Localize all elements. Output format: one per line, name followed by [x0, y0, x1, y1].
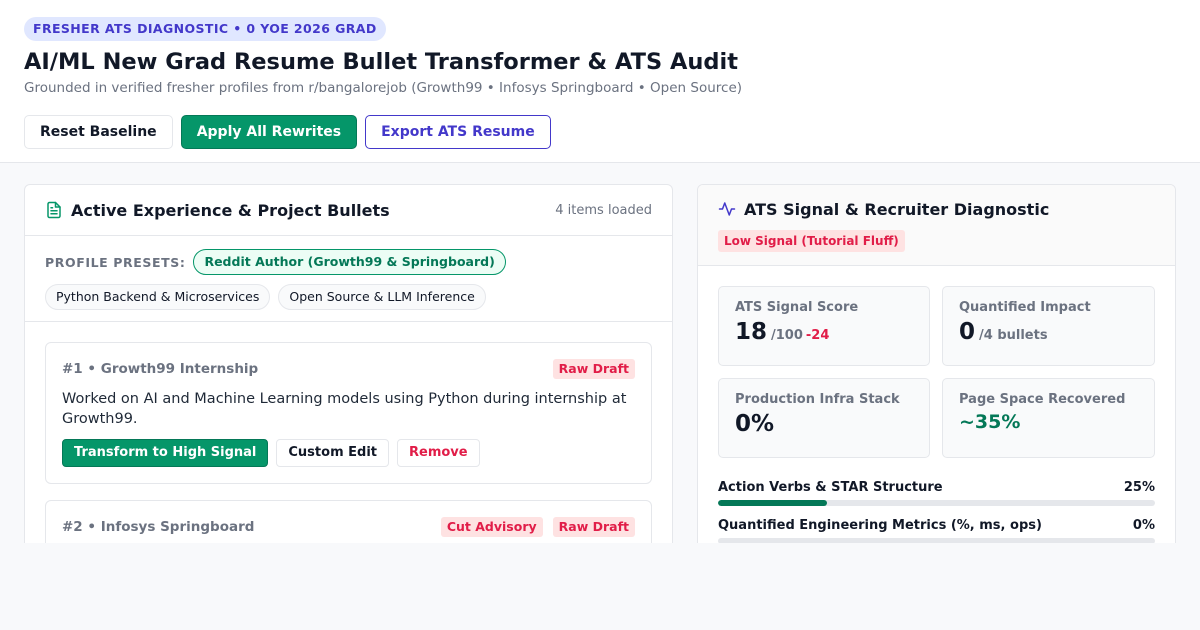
export-ats-resume-button[interactable]: Export ATS Resume — [365, 115, 551, 149]
page-space-value: ~35% — [959, 411, 1021, 433]
header-actions: Reset Baseline Apply All Rewrites Export… — [24, 115, 1176, 149]
bullet-item: #1 • Growth99 Internship Raw Draft Worke… — [45, 342, 652, 484]
presets-label: PROFILE PRESETS: — [45, 254, 186, 270]
pulse-icon — [718, 202, 736, 216]
production-infra-value: 0% — [735, 411, 775, 437]
quantified-impact-value: 0 — [959, 319, 976, 345]
stat-grid: ATS Signal Score 18 /100 -24 Quantified … — [698, 266, 1175, 458]
bullet-item-title: #1 • Growth99 Internship — [62, 361, 259, 377]
diagnostic-panel-title: ATS Signal & Recruiter Diagnostic — [744, 199, 1050, 219]
metric-bar-label: Action Verbs & STAR Structure — [718, 480, 943, 495]
production-infra-label: Production Infra Stack — [735, 392, 900, 407]
page-space-card: Page Space Recovered ~35% — [942, 378, 1155, 458]
bullet-list: #1 • Growth99 Internship Raw Draft Worke… — [25, 322, 672, 543]
metric-bar-percent: 0% — [1132, 518, 1155, 533]
metric-bar-percent: 25% — [1123, 480, 1155, 495]
page-space-label: Page Space Recovered — [959, 392, 1126, 407]
remove-button[interactable]: Remove — [397, 439, 480, 467]
main-content: Active Experience & Project Bullets 4 it… — [24, 184, 1176, 543]
signal-badge: Low Signal (Tutorial Fluff) — [718, 230, 905, 252]
profile-presets: PROFILE PRESETS: Reddit Author (Growth99… — [25, 236, 672, 322]
bullets-panel-header: Active Experience & Project Bullets 4 it… — [25, 185, 672, 236]
page-header: FRESHER ATS DIAGNOSTIC • 0 YOE 2026 GRAD… — [0, 0, 1200, 163]
metric-bars: Action Verbs & STAR Structure 25% Quanti… — [698, 458, 1175, 543]
metric-bar-track — [718, 500, 1155, 506]
bullets-panel: Active Experience & Project Bullets 4 it… — [24, 184, 673, 543]
diagnostic-panel-header: ATS Signal & Recruiter Diagnostic Low Si… — [698, 185, 1175, 266]
metric-bar-track — [718, 538, 1155, 543]
quantified-impact-card: Quantified Impact 0 /4 bullets — [942, 286, 1155, 366]
metric-bar-row: Action Verbs & STAR Structure 25% — [718, 480, 1155, 506]
ats-score-delta: -24 — [805, 328, 830, 343]
apply-all-rewrites-button[interactable]: Apply All Rewrites — [180, 115, 358, 149]
raw-draft-badge: Raw Draft — [552, 517, 635, 537]
document-icon — [47, 201, 61, 219]
ats-score-label: ATS Signal Score — [735, 300, 859, 315]
raw-draft-badge: Raw Draft — [552, 359, 635, 379]
quantified-impact-unit: /4 bullets — [979, 328, 1048, 343]
diagnostic-tag: FRESHER ATS DIAGNOSTIC • 0 YOE 2026 GRAD — [24, 17, 386, 41]
page-subtitle: Grounded in verified fresher profiles fr… — [24, 80, 743, 96]
transform-button[interactable]: Transform to High Signal — [62, 439, 269, 467]
ats-score-card: ATS Signal Score 18 /100 -24 — [718, 286, 930, 366]
preset-chip-open-source-llm[interactable]: Open Source & LLM Inference — [278, 284, 486, 310]
preset-chip-reddit-author[interactable]: Reddit Author (Growth99 & Springboard) — [193, 249, 506, 275]
bullet-item: #2 • Infosys Springboard Cut Advisory Ra… — [45, 500, 652, 543]
bullet-item-title: #2 • Infosys Springboard — [62, 519, 255, 535]
custom-edit-button[interactable]: Custom Edit — [276, 439, 389, 467]
metric-bar-fill — [718, 500, 828, 506]
ats-score-unit: /100 — [771, 328, 803, 343]
production-infra-card: Production Infra Stack 0% — [718, 378, 930, 458]
metric-bar-label: Quantified Engineering Metrics (%, ms, o… — [718, 518, 1042, 533]
bullet-item-text: Worked on AI and Machine Learning models… — [62, 391, 627, 427]
diagnostic-panel: ATS Signal & Recruiter Diagnostic Low Si… — [697, 184, 1176, 543]
page-title: AI/ML New Grad Resume Bullet Transformer… — [24, 49, 738, 75]
metric-bar-row: Quantified Engineering Metrics (%, ms, o… — [718, 518, 1155, 543]
cut-advisory-badge: Cut Advisory — [440, 517, 543, 537]
quantified-impact-label: Quantified Impact — [959, 300, 1091, 315]
ats-score-value: 18 — [735, 319, 768, 345]
bullets-panel-title: Active Experience & Project Bullets — [71, 200, 390, 220]
reset-baseline-button[interactable]: Reset Baseline — [24, 115, 173, 149]
items-count: 4 items loaded — [555, 202, 652, 218]
preset-chip-python-backend[interactable]: Python Backend & Microservices — [45, 284, 271, 310]
